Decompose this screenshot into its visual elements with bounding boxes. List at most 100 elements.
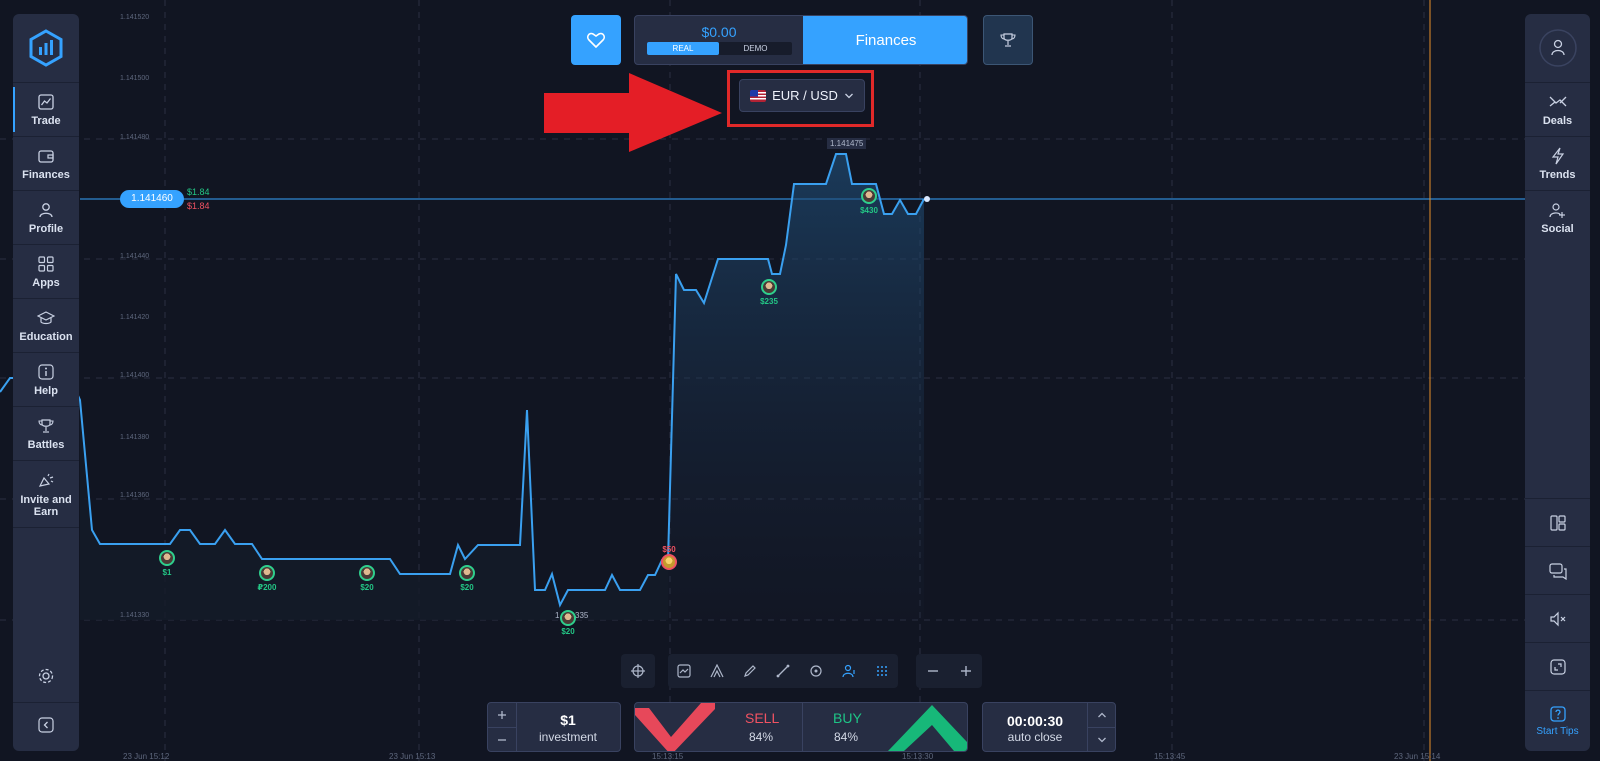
zoom-in-button[interactable] [949, 654, 982, 688]
buy-button[interactable]: BUY 84% [802, 703, 967, 751]
settings-button[interactable] [13, 654, 79, 698]
favorites-button[interactable] [571, 15, 621, 65]
target-tool[interactable] [799, 654, 832, 688]
chevron-up-icon [1098, 712, 1106, 718]
account-mode-toggle[interactable]: REAL DEMO [647, 42, 792, 55]
balance-display[interactable]: $0.00 REAL DEMO [635, 16, 803, 64]
sidebar-item-label: Battles [27, 439, 65, 451]
sidebar-item-finances[interactable]: Finances [13, 137, 79, 191]
chart-line-icon [38, 92, 54, 112]
trader-avatar[interactable] [459, 565, 475, 581]
trader-amount: $430 [860, 206, 878, 215]
investment-input[interactable]: $1 investment [487, 702, 621, 752]
plus-icon [498, 711, 506, 719]
x-axis-label: 23 Jun 15:12 [123, 752, 170, 761]
trophy-icon [37, 416, 55, 436]
sidebar-item-label: Profile [28, 223, 64, 235]
sidebar-item-social[interactable]: Social [1525, 191, 1590, 244]
trader-avatar[interactable] [761, 279, 777, 295]
increase-investment-button[interactable] [488, 703, 516, 728]
people-icon [842, 664, 855, 678]
chart-type-tool[interactable] [668, 654, 701, 688]
chat-button[interactable] [1525, 546, 1590, 595]
mute-button[interactable] [1525, 594, 1590, 643]
crosshair-tool[interactable] [621, 654, 654, 688]
crosshair-icon [630, 664, 645, 678]
auto-close-timer[interactable]: 00:00:30 auto close [982, 702, 1116, 752]
pencil-tool[interactable] [734, 654, 767, 688]
add-user-icon [1548, 200, 1567, 220]
trophy-icon [1000, 33, 1016, 47]
investment-label: investment [538, 730, 598, 744]
sidebar-item-trade[interactable]: Trade [13, 83, 79, 137]
gear-icon [38, 668, 54, 684]
finances-button[interactable]: Finances [803, 16, 967, 64]
sidebar-item-deals[interactable]: Deals [1525, 83, 1590, 137]
sidebar-item-help[interactable]: Help [13, 353, 79, 407]
sidebar-item-profile[interactable]: Profile [13, 191, 79, 245]
sell-label: SELL [745, 710, 780, 726]
layout-button[interactable] [1525, 498, 1590, 547]
increase-time-button[interactable] [1088, 703, 1116, 728]
mute-icon [1549, 611, 1565, 627]
mode-real-option[interactable]: REAL [647, 42, 719, 55]
mode-demo-option[interactable]: DEMO [719, 42, 792, 55]
y-axis-label: 1.141400 [120, 372, 150, 379]
zoom-out-button[interactable] [916, 654, 949, 688]
x-axis-label: 23 Jun 15:14 [1394, 752, 1441, 761]
left-sidebar: Trade Finances Profile Apps Education He… [13, 14, 79, 751]
lightning-icon [1550, 146, 1566, 166]
minus-icon [498, 739, 506, 741]
trendline-tool[interactable] [767, 654, 800, 688]
sidebar-item-label: Deals [1542, 115, 1573, 127]
logo[interactable] [13, 14, 79, 83]
asset-selector[interactable]: EUR / USD [739, 79, 865, 112]
y-axis-label: 1.141330 [120, 612, 150, 619]
trader-avatar[interactable] [259, 565, 275, 581]
graduation-cap-icon [37, 308, 55, 328]
indicators-tool[interactable] [701, 654, 734, 688]
trader-avatar[interactable] [359, 565, 375, 581]
tournaments-button[interactable] [983, 15, 1033, 65]
account-panel: $0.00 REAL DEMO Finances [634, 15, 968, 65]
x-axis-label: 15:13:15 [652, 752, 684, 761]
sidebar-item-label: Invite and Earn [20, 493, 72, 518]
trader-avatar[interactable] [159, 550, 175, 566]
target-icon [810, 665, 822, 677]
plus-icon [960, 666, 971, 676]
start-tips-button[interactable]: Start Tips [1525, 690, 1590, 751]
trader-avatar[interactable] [560, 610, 576, 626]
user-icon [38, 200, 54, 220]
timer-value[interactable]: 00:00:30 [983, 713, 1087, 729]
sidebar-item-label: Finances [22, 169, 70, 181]
y-axis-label: 1.141380 [120, 434, 150, 441]
sidebar-item-trends[interactable]: Trends [1525, 137, 1590, 191]
pencil-icon [744, 665, 756, 677]
fullscreen-icon [1549, 659, 1566, 675]
collapse-sidebar-button[interactable] [13, 702, 79, 747]
zoom-group [916, 654, 982, 688]
sidebar-item-invite-and-earn[interactable]: Invite and Earn [13, 461, 79, 528]
eur-usd-flag-icon [750, 89, 767, 102]
fullscreen-button[interactable] [1525, 642, 1590, 691]
investment-amount[interactable]: $1 [516, 712, 620, 728]
decrease-investment-button[interactable] [488, 728, 516, 752]
decrease-time-button[interactable] [1088, 728, 1116, 752]
sidebar-item-battles[interactable]: Battles [13, 407, 79, 461]
social-trading-tool[interactable] [832, 654, 865, 688]
y-axis-label: 1.141520 [120, 14, 150, 21]
grid-tool[interactable] [865, 654, 898, 688]
trader-avatar[interactable] [861, 188, 877, 204]
trader-avatar[interactable] [661, 554, 677, 570]
sidebar-item-label: Help [34, 385, 58, 397]
sidebar-item-label: Education [19, 331, 73, 343]
sidebar-item-apps[interactable]: Apps [13, 245, 79, 299]
buy-arrow-icon [888, 705, 967, 751]
user-avatar[interactable] [1525, 14, 1590, 83]
trader-amount: ₽200 [257, 583, 277, 592]
timer-label: auto close [1007, 730, 1063, 744]
deals-icon [1548, 92, 1568, 112]
chevron-down-icon [844, 93, 853, 98]
sidebar-item-education[interactable]: Education [13, 299, 79, 353]
sell-button[interactable]: SELL 84% [635, 703, 802, 751]
